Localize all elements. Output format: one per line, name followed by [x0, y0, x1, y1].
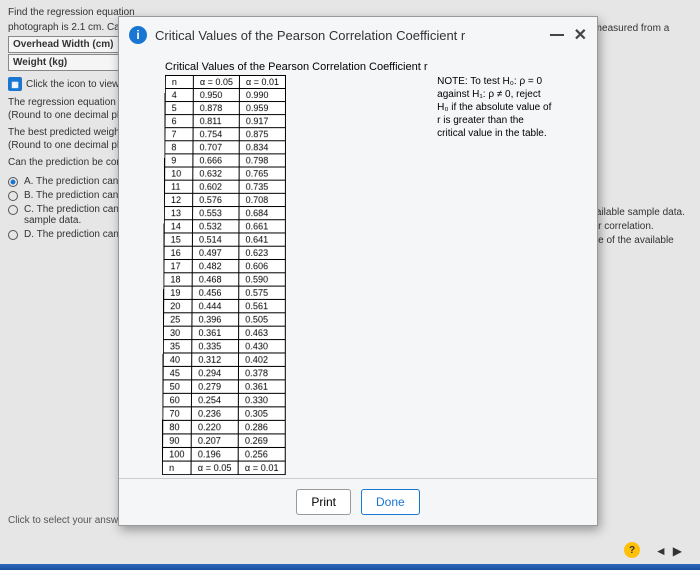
footer-hint: Click to select your answer [8, 515, 127, 526]
table-row: 1000.1960.256 [162, 447, 285, 461]
table-row: 300.3610.463 [163, 326, 285, 339]
foot-alpha05: α = 0.05 [191, 461, 238, 475]
table-row: 450.2940.378 [163, 366, 285, 379]
radio-a[interactable] [8, 177, 18, 187]
table-row: 60.8110.917 [165, 115, 285, 128]
dialog-title: Critical Values of the Pearson Correlati… [155, 28, 542, 43]
table-row: 170.4820.606 [164, 259, 285, 272]
table-row: 600.2540.330 [163, 393, 285, 406]
table-row: 110.6020.735 [164, 180, 285, 193]
click-icon-text: Click the icon to view th [26, 79, 131, 90]
print-button[interactable]: Print [296, 489, 351, 515]
option-b: B. The prediction canno [24, 190, 129, 201]
close-icon[interactable]: ✕ [574, 25, 587, 45]
table-row: 350.3350.430 [163, 340, 285, 353]
taskbar [0, 564, 700, 570]
radio-d[interactable] [8, 230, 18, 240]
table-caption: Critical Values of the Pearson Correlati… [165, 61, 428, 73]
table-row: 250.3960.505 [163, 313, 285, 326]
table-row: 150.5140.641 [164, 233, 285, 246]
dialog-titlebar: i Critical Values of the Pearson Correla… [119, 17, 597, 53]
table-row: 180.4680.590 [163, 273, 285, 286]
critical-values-dialog: i Critical Values of the Pearson Correla… [118, 16, 598, 526]
option-a: A. The prediction canno [24, 176, 129, 187]
table-row: 80.7070.834 [164, 141, 285, 154]
col-alpha05: α = 0.05 [193, 75, 239, 88]
option-d: D. The prediction can be [24, 229, 133, 240]
table-row: 190.4560.575 [163, 286, 285, 299]
next-icon[interactable]: ▶ [673, 544, 682, 558]
table-row: 700.2360.305 [162, 407, 285, 421]
table-row: 70.7540.875 [165, 128, 286, 141]
table-row: 140.5320.661 [164, 220, 285, 233]
table-row: 100.6320.765 [164, 167, 285, 180]
table-row: 200.4440.561 [163, 299, 285, 312]
pager[interactable]: ◄▶ [655, 544, 682, 558]
info-icon: i [129, 26, 147, 44]
table-row: 500.2790.361 [163, 380, 285, 393]
foot-n: n [162, 461, 191, 475]
foot-alpha01: α = 0.01 [238, 461, 285, 475]
table-row: 90.6660.798 [164, 154, 285, 167]
table-row: 130.5530.684 [164, 207, 285, 220]
table-row: 120.5760.708 [164, 193, 285, 206]
table-row: 400.3120.402 [163, 353, 285, 366]
done-button[interactable]: Done [361, 489, 420, 515]
table-row: 50.8780.959 [165, 102, 285, 115]
table-row: 160.4970.623 [164, 246, 285, 259]
col-n: n [165, 75, 193, 88]
help-icon[interactable]: ? [624, 542, 640, 558]
prev-icon[interactable]: ◄ [655, 544, 667, 558]
table-row: 900.2070.269 [162, 434, 285, 448]
option-c: C. The prediction cannosample data. [24, 204, 130, 226]
table-note: NOTE: To test H₀: ρ = 0 against H₁: ρ ≠ … [437, 61, 551, 140]
minimize-icon[interactable] [550, 34, 564, 36]
col-alpha01: α = 0.01 [239, 75, 285, 88]
critical-values-table: n α = 0.05 α = 0.01 40.9500.99050.8780.9… [161, 75, 285, 475]
radio-c[interactable] [8, 205, 18, 215]
radio-b[interactable] [8, 191, 18, 201]
data-table-icon[interactable]: ▦ [8, 77, 22, 91]
table-row: 40.9500.990 [165, 89, 285, 102]
table-row: 800.2200.286 [162, 420, 285, 434]
